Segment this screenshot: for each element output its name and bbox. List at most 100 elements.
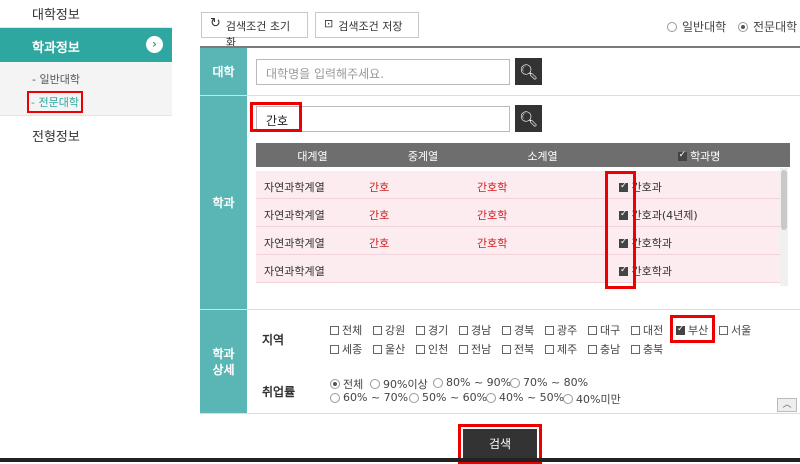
region-label-text: 대구	[600, 324, 621, 337]
sidebar-item-dept-info[interactable]: 학과정보 ›	[0, 28, 172, 62]
result-table-header: 대계열 중계열 소계열 학과명	[256, 143, 790, 167]
table-row[interactable]: 자연과학계열 간호 간호학 간호과(4년제)	[256, 199, 780, 227]
detail-label-line2: 상세	[212, 363, 235, 377]
region-label-text: 강원	[385, 324, 406, 337]
highlight-box	[250, 102, 302, 132]
employment-radio[interactable]: 40% ~ 50%	[486, 391, 564, 404]
employment-option-label: 전체	[343, 378, 364, 391]
save-conditions-button[interactable]: ⊡ 검색조건 저장	[315, 12, 419, 38]
col-header-mid: 중계열	[407, 150, 439, 163]
cell-minor: 간호학	[477, 181, 508, 194]
radio-icon	[330, 392, 340, 403]
save-icon: ⊡	[324, 17, 334, 30]
table-scrollbar-thumb[interactable]	[781, 170, 787, 230]
employment-radio[interactable]: 40%미만	[563, 391, 621, 407]
col-header-dept-name[interactable]: 학과명	[608, 148, 790, 164]
employment-radio[interactable]: 60% ~ 70%	[330, 391, 408, 404]
region-label-text: 경북	[514, 324, 535, 337]
cell-major: 자연과학계열	[264, 181, 325, 194]
region-checkbox[interactable]: 세종	[330, 341, 362, 357]
region-label-text: 전남	[471, 343, 492, 356]
checkbox-icon	[373, 344, 382, 354]
region-checkbox[interactable]: 경북	[502, 322, 534, 338]
region-checkbox[interactable]: 대전	[631, 322, 663, 338]
employment-radio[interactable]: 70% ~ 80%	[510, 376, 588, 389]
chevron-up-icon: ︿	[782, 400, 792, 410]
save-conditions-label: 검색조건 저장	[338, 20, 403, 33]
col-header-major: 대계열	[297, 150, 328, 163]
region-checkbox[interactable]: 광주	[545, 322, 577, 338]
radio-icon	[510, 377, 520, 388]
radio-icon	[486, 392, 496, 403]
sidebar-sub-college[interactable]: - 전문대학	[27, 91, 83, 113]
highlight-box	[670, 315, 715, 343]
employment-radio[interactable]: 50% ~ 60%	[409, 391, 487, 404]
dept-search-button[interactable]: 🔍︎	[515, 105, 542, 132]
region-checkbox[interactable]: 서울	[719, 322, 751, 338]
checkbox-icon	[502, 325, 511, 335]
radio-general-label: 일반대학	[682, 20, 727, 34]
employment-option-label: 70% ~ 80%	[523, 376, 589, 389]
region-checkbox[interactable]: 전북	[502, 341, 534, 357]
region-checkbox[interactable]: 인천	[416, 341, 448, 357]
col-header-minor: 소계열	[527, 150, 558, 163]
region-checkbox[interactable]: 대구	[588, 322, 620, 338]
radio-icon	[433, 377, 443, 388]
employment-option-label: 40% ~ 50%	[499, 391, 565, 404]
employment-radio[interactable]: 80% ~ 90%	[433, 376, 511, 389]
radio-icon	[370, 379, 380, 389]
table-row[interactable]: 자연과학계열 간호 간호학 간호과	[256, 171, 780, 199]
radio-selected-icon	[330, 379, 340, 389]
cell-mid: 간호	[369, 237, 390, 250]
sidebar-item-univ-info[interactable]: 대학정보	[0, 0, 172, 28]
row-divider	[200, 413, 800, 414]
radio-icon	[563, 394, 573, 404]
region-checkbox[interactable]: 울산	[373, 341, 405, 357]
checkbox-icon	[330, 344, 339, 354]
checkbox-icon	[545, 325, 554, 335]
radio-selected-icon	[738, 21, 748, 32]
region-checkbox[interactable]: 제주	[545, 341, 577, 357]
radio-college-label: 전문대학	[753, 20, 798, 34]
region-checkbox[interactable]: 전체	[330, 322, 362, 338]
checkbox-icon	[373, 325, 382, 335]
cell-dept-label: 간호학과	[631, 265, 672, 278]
region-label-text: 대전	[643, 324, 664, 337]
region-label-text: 충남	[600, 343, 621, 356]
cell-minor: 간호학	[477, 237, 508, 250]
checkbox-icon	[416, 325, 425, 335]
table-row[interactable]: 자연과학계열 간호학과	[256, 255, 780, 283]
search-icon: 🔍︎	[518, 109, 539, 128]
region-label-text: 경남	[471, 324, 492, 337]
radio-general-univ[interactable]: 일반대학	[667, 18, 726, 35]
checkbox-icon	[545, 344, 554, 354]
employment-option-label: 90%이상	[383, 378, 428, 391]
refresh-icon: ↻	[210, 16, 221, 31]
employment-radio[interactable]: 전체	[330, 376, 363, 392]
region-label-text: 전북	[514, 343, 535, 356]
reset-conditions-button[interactable]: ↻ 검색조건 초기화	[201, 12, 308, 49]
cell-mid: 간호	[369, 181, 390, 194]
table-row[interactable]: 자연과학계열 간호 간호학 간호학과	[256, 227, 780, 255]
dept-label: 학과	[200, 96, 247, 310]
employment-label: 취업률	[262, 385, 296, 399]
region-checkbox[interactable]: 경기	[416, 322, 448, 338]
region-checkbox[interactable]: 경남	[459, 322, 491, 338]
region-label-text: 경기	[428, 324, 449, 337]
region-checkbox[interactable]: 충북	[631, 341, 663, 357]
region-checkbox[interactable]: 충남	[588, 341, 620, 357]
sidebar-item-admission-info[interactable]: 전형정보	[32, 126, 80, 145]
region-label-text: 세종	[342, 343, 363, 356]
region-checkbox[interactable]: 강원	[373, 322, 405, 338]
scroll-up-button[interactable]: ︿	[777, 398, 797, 412]
radio-college[interactable]: 전문대학	[738, 18, 797, 35]
highlight-box	[605, 171, 636, 289]
univ-search-input[interactable]: 대학명을 입력해주세요.	[256, 59, 510, 85]
cell-mid: 간호	[369, 209, 390, 222]
region-checkbox[interactable]: 전남	[459, 341, 491, 357]
sidebar-sub-general-univ[interactable]: - 일반대학	[32, 71, 80, 87]
checkbox-icon	[631, 344, 640, 354]
univ-search-button[interactable]: 🔍︎	[515, 58, 542, 85]
employment-radio[interactable]: 90%이상	[370, 376, 428, 392]
sidebar-submenu: - 일반대학 - 전문대학	[0, 62, 172, 116]
